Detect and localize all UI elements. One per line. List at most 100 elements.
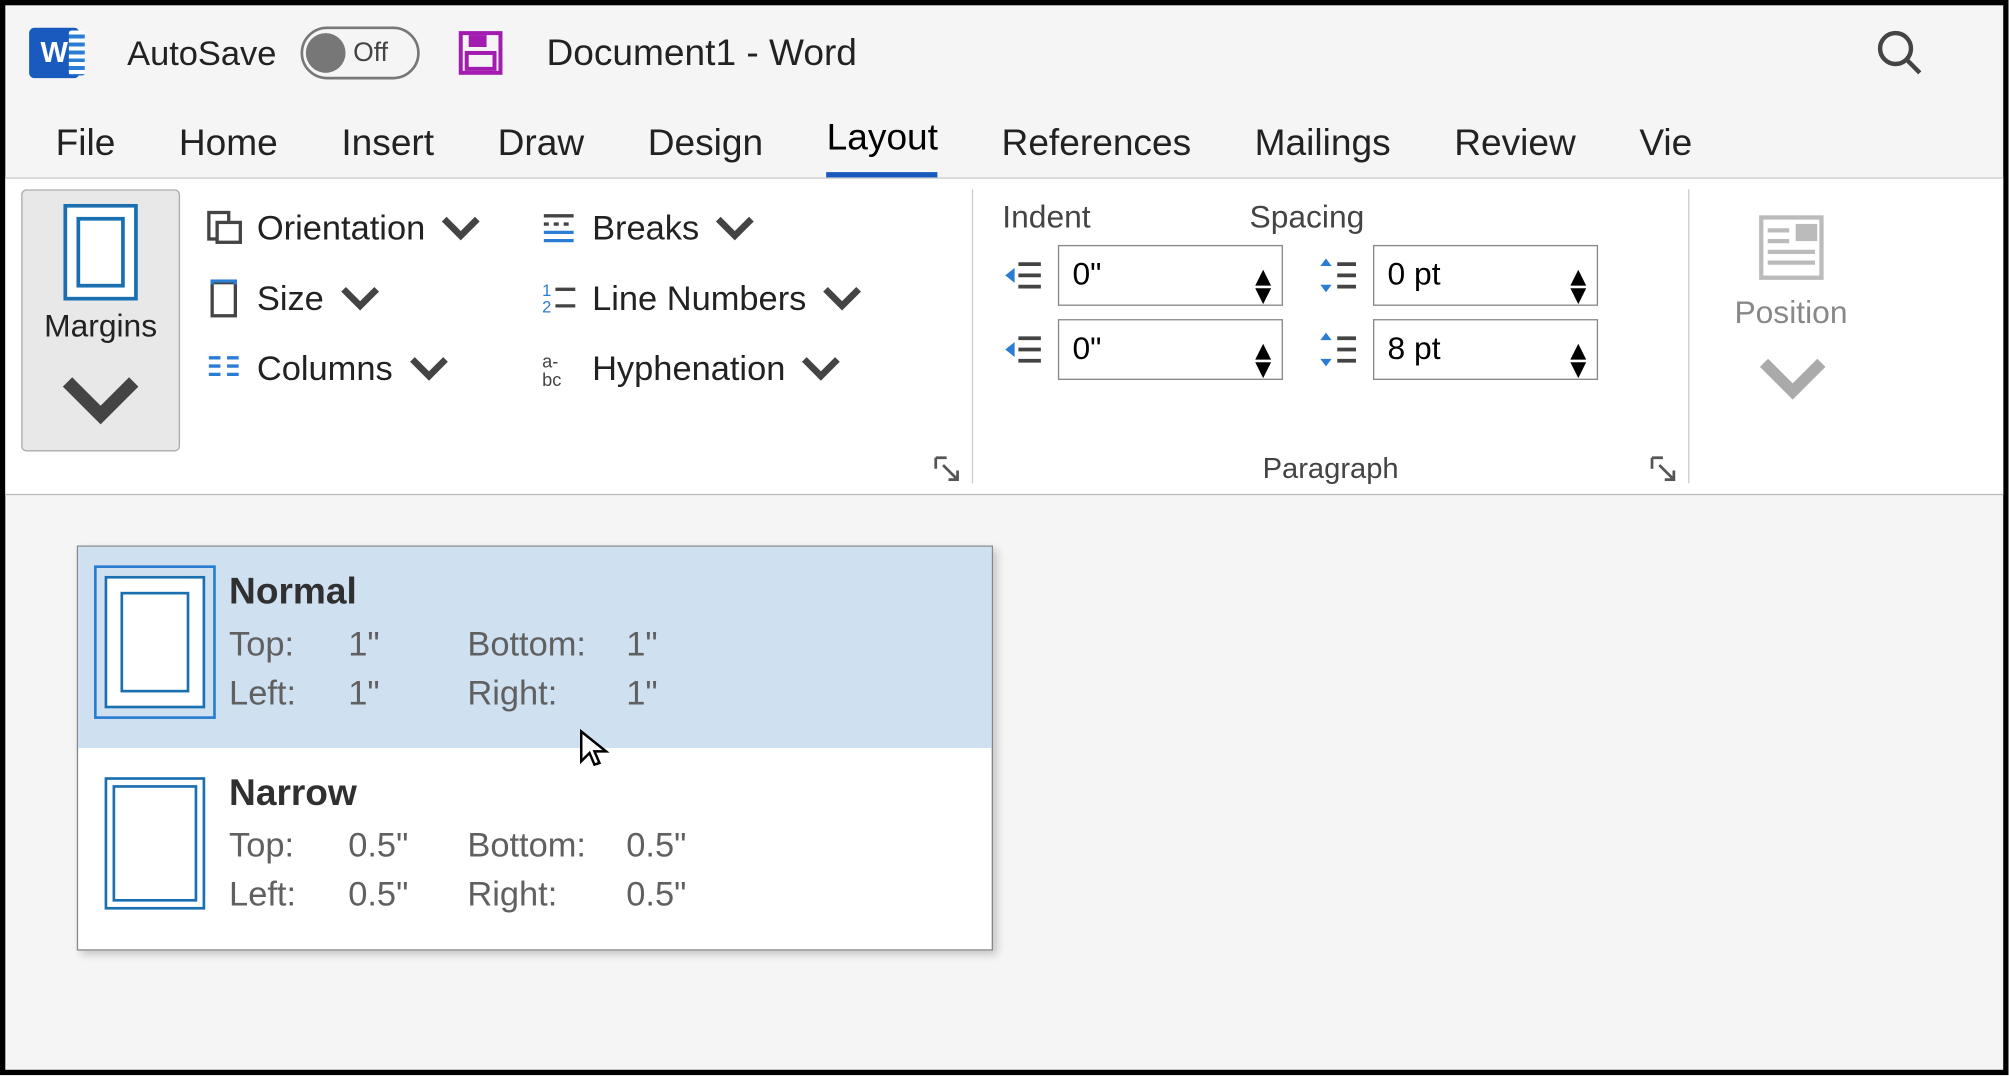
margins-option-title: Narrow [229,772,965,814]
size-label: Size [257,278,324,319]
margins-button[interactable]: Margins [21,189,180,451]
left-value: 0.5" [348,874,467,915]
tab-review[interactable]: Review [1454,122,1576,178]
spinner-up-icon[interactable]: ▴ [1570,331,1589,350]
columns-label: Columns [257,348,393,389]
right-label: Right: [467,673,626,714]
spacing-before-input[interactable]: 0 pt ▴▾ [1373,245,1598,306]
left-label: Left: [229,673,348,714]
svg-text:2: 2 [542,297,551,316]
indent-left-input[interactable]: 0"▴▾ [1058,245,1283,306]
top-label: Top: [229,624,348,665]
chevron-down-icon [822,279,862,319]
spinner-up-icon[interactable]: ▴ [1255,331,1274,350]
margins-label: Margins [44,308,157,345]
position-icon [1757,213,1826,282]
breaks-label: Breaks [592,208,699,249]
spinner-down-icon[interactable]: ▾ [1570,350,1589,369]
save-icon[interactable] [456,29,504,77]
breaks-icon [539,209,579,249]
tab-design[interactable]: Design [648,122,763,178]
chevron-down-icon [801,349,841,389]
margins-option-narrow[interactable]: Narrow Top: 0.5" Bottom: 0.5" Left: 0.5"… [78,748,992,949]
hyphenation-label: Hyphenation [592,348,785,389]
svg-text:bc: bc [542,369,561,388]
hyphenation-icon: a-bc [539,349,579,389]
indent-left-icon [1000,253,1045,298]
tab-draw[interactable]: Draw [498,122,585,178]
search-icon[interactable] [1873,26,1926,79]
tab-file[interactable]: File [56,122,116,178]
chevron-down-icon [340,279,380,319]
bottom-label: Bottom: [467,624,626,665]
document-title: Document1 - Word [546,32,856,74]
margins-narrow-icon [105,777,206,909]
autosave-label: AutoSave [127,32,276,73]
indent-right-value: 0" [1072,331,1101,368]
spinner-down-icon[interactable]: ▾ [1255,350,1274,369]
spinner-down-icon[interactable]: ▾ [1570,275,1589,294]
hyphenation-button[interactable]: a-bc Hyphenation [531,346,870,392]
indent-right-icon [1000,327,1045,372]
tab-insert[interactable]: Insert [341,122,434,178]
position-label: Position [1734,295,1847,332]
autosave-toggle-knob [306,33,346,73]
left-value: 1" [348,673,467,714]
tab-mailings[interactable]: Mailings [1255,122,1391,178]
margins-icon [61,204,140,301]
autosave-state: Off [353,38,388,68]
right-value: 0.5" [626,874,732,915]
columns-icon [204,349,244,389]
spacing-header: Spacing [1250,200,1365,237]
spinner-down-icon[interactable]: ▾ [1255,275,1274,294]
orientation-button[interactable]: Orientation [196,205,489,251]
chevron-down-icon [409,349,449,389]
chevron-down-icon [715,209,755,249]
tab-layout[interactable]: Layout [827,117,938,178]
tab-references[interactable]: References [1002,122,1192,178]
line-numbers-icon: 12 [539,279,579,319]
chevron-down-icon [441,209,481,249]
bottom-value: 0.5" [626,825,732,866]
size-icon [204,279,244,319]
spacing-before-value: 0 pt [1388,257,1441,294]
chevron-down-icon [61,354,140,451]
bottom-label: Bottom: [467,825,626,866]
orientation-icon [204,209,244,249]
spacing-before-icon [1315,253,1360,298]
word-app-icon: W [29,28,79,78]
spacing-after-icon [1315,327,1360,372]
svg-text:a-: a- [542,351,558,371]
right-value: 1" [626,673,732,714]
spinner-up-icon[interactable]: ▴ [1570,257,1589,276]
spinner-up-icon[interactable]: ▴ [1255,257,1274,276]
spacing-after-value: 8 pt [1388,331,1441,368]
chevron-down-icon [1758,346,1827,415]
left-label: Left: [229,874,348,915]
margins-option-title: Normal [229,571,965,613]
breaks-button[interactable]: Breaks [531,205,870,251]
margins-normal-icon [105,576,206,708]
bottom-value: 1" [626,624,732,665]
autosave-toggle[interactable]: Off [300,26,419,79]
indent-header: Indent [1002,200,1090,237]
spacing-after-input[interactable]: 8 pt ▴▾ [1373,319,1598,380]
top-value: 1" [348,624,467,665]
margins-dropdown: Normal Top: 1" Bottom: 1" Left: 1" Right… [77,545,993,950]
margins-option-normal[interactable]: Normal Top: 1" Bottom: 1" Left: 1" Right… [78,547,992,748]
orientation-label: Orientation [257,208,425,249]
page-setup-dialog-launcher-icon[interactable] [932,454,961,483]
line-numbers-label: Line Numbers [592,278,806,319]
right-label: Right: [467,874,626,915]
tab-view[interactable]: Vie [1639,122,1692,178]
size-button[interactable]: Size [196,275,489,321]
indent-right-input[interactable]: 0" ▴▾ [1058,319,1283,380]
paragraph-dialog-launcher-icon[interactable] [1648,454,1677,483]
top-value: 0.5" [348,825,467,866]
paragraph-group-label: Paragraph [973,451,1688,485]
tab-home[interactable]: Home [179,122,278,178]
top-label: Top: [229,825,348,866]
line-numbers-button[interactable]: 12 Line Numbers [531,275,870,321]
position-button[interactable]: Position [1705,189,1876,414]
columns-button[interactable]: Columns [196,346,489,392]
